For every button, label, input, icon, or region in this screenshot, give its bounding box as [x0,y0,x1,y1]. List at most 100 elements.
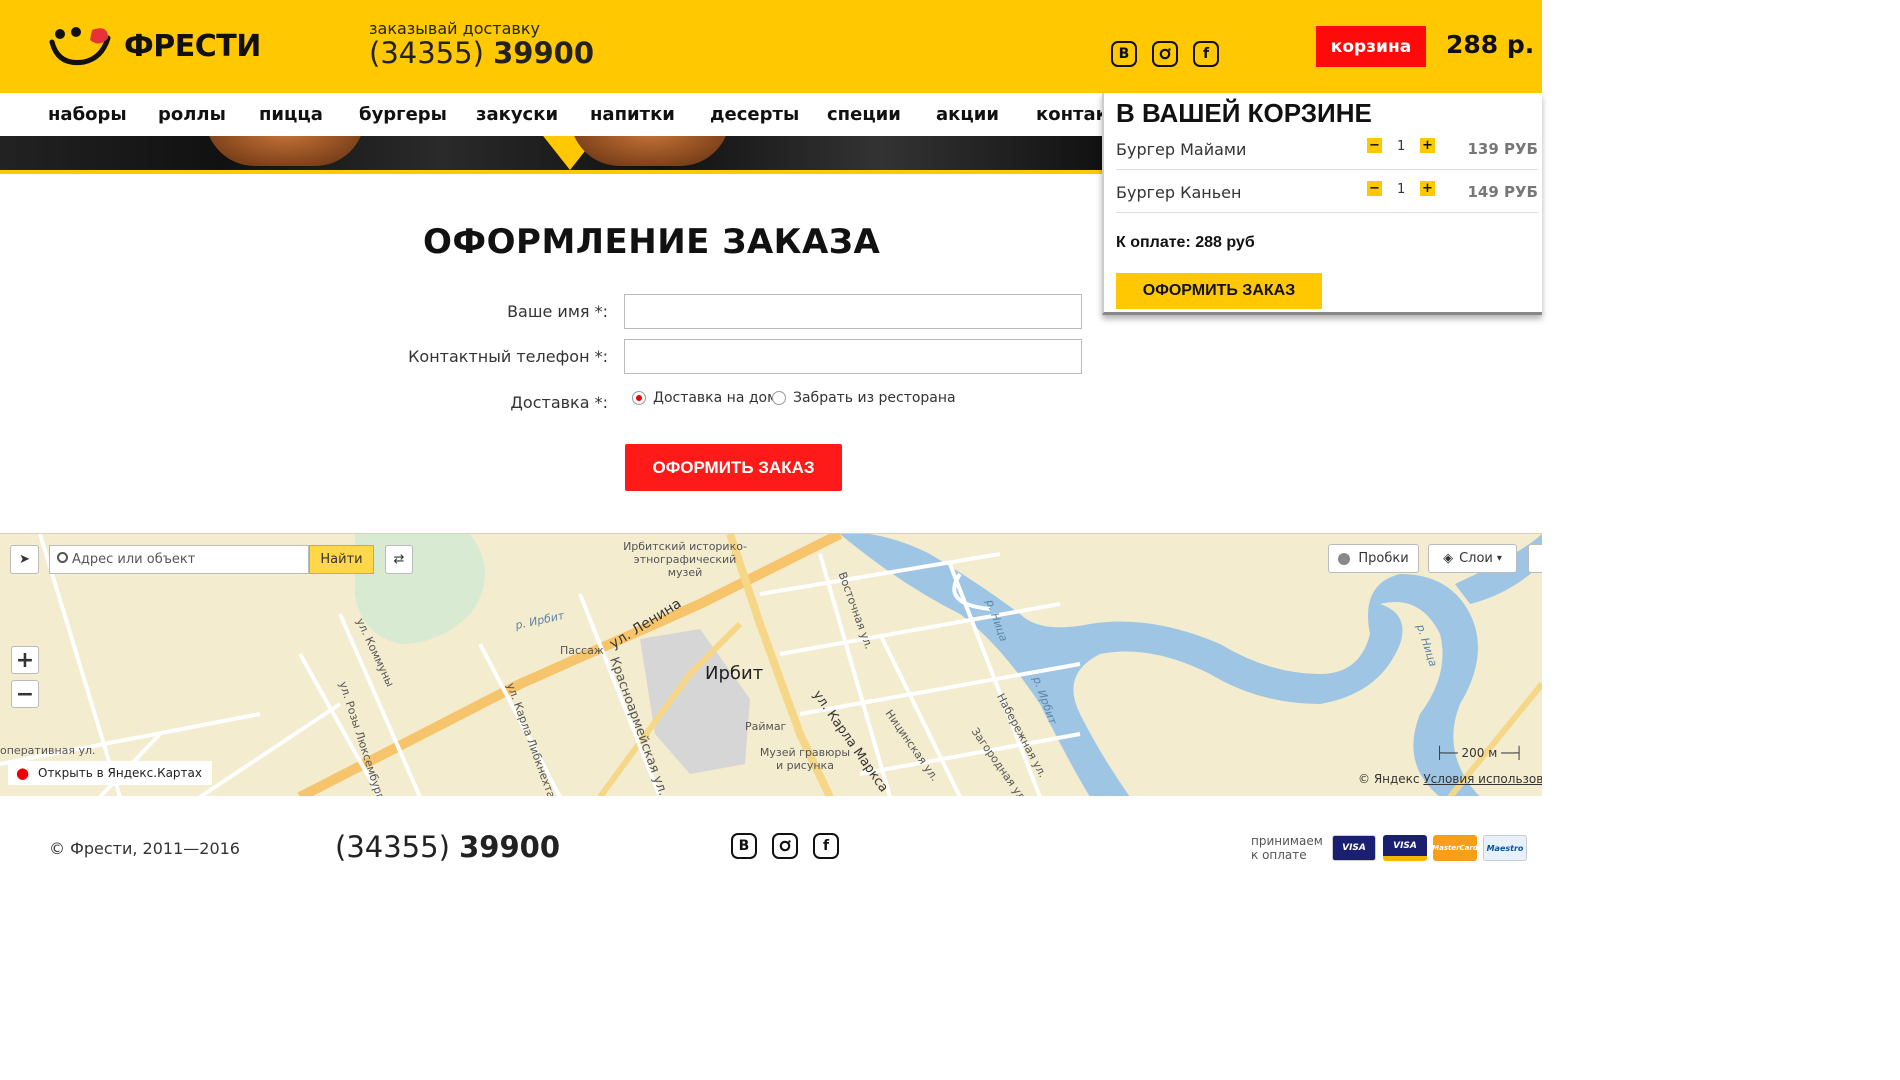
layers-icon: ◈ [1443,551,1454,566]
locate-me-icon[interactable]: ➤ [10,545,39,574]
facebook-icon[interactable]: f [1193,41,1219,67]
nav-item-drinks[interactable]: напитки [590,104,675,125]
instagram-icon[interactable] [772,833,798,859]
zoom-in-button[interactable]: + [11,646,39,674]
delivery-home-label: Доставка на дом [653,390,778,406]
radio-unchecked-icon [772,391,786,405]
cart-button[interactable]: корзина [1316,26,1426,67]
cart-sum: К оплате: 288 руб [1116,234,1255,251]
cart-item: Бургер Майами − 1 + 139 РУБ [1116,128,1538,170]
footer-phone-number: 39900 [459,830,561,864]
open-in-yandex-maps-link[interactable]: ● Открыть в Яндекс.Картах [8,761,212,785]
banner-divider [0,170,1102,174]
decrease-qty-button[interactable]: − [1367,181,1382,196]
nav-item-spices[interactable]: специи [827,104,901,125]
layers-button[interactable]: ◈ Слои ▾ [1428,544,1517,573]
increase-qty-button[interactable]: + [1420,138,1435,153]
visa-card-icon: VISA [1383,835,1427,861]
maestro-card-icon: Maestro [1483,835,1527,861]
nav-item-promo[interactable]: акции [936,104,999,125]
cart-item-qty: 1 [1397,182,1406,197]
increase-qty-button[interactable]: + [1420,181,1435,196]
promo-banner [0,136,1102,170]
chevron-down-icon: ▾ [1496,553,1502,564]
header-phone-block: заказывай доставку (34355) 39900 [369,19,594,70]
cart-checkout-button[interactable]: ОФОРМИТЬ ЗАКАЗ [1116,273,1322,309]
traffic-icon [1338,552,1351,565]
page-title: ОФОРМЛЕНИЕ ЗАКАЗА [423,222,881,262]
pickup-label: Забрать из ресторана [793,390,956,406]
fullscreen-icon[interactable] [1528,544,1542,573]
map-scale-label: 200 м [1461,746,1498,760]
nav-item-burgers[interactable]: бургеры [359,104,447,125]
map-find-button[interactable]: Найти [309,545,374,574]
radio-checked-icon [632,391,646,405]
decrease-qty-button[interactable]: − [1367,138,1382,153]
vk-icon[interactable]: В [1111,41,1137,67]
yandex-map[interactable]: ➤ Адрес или объект Найти ⇄ Пробки ◈ Слои… [0,533,1542,796]
pickup-radio[interactable]: Забрать из ресторана [772,390,956,406]
nav-item-snacks[interactable]: закуски [476,104,558,125]
cart-item-name: Бургер Майами [1116,140,1247,159]
phone-label: Контактный телефон *: [408,347,608,366]
mastercard-icon: MasterCard [1432,835,1478,861]
cart-item: Бургер Каньен − 1 + 149 РУБ [1116,171,1538,213]
footer-phone-code: (34355) [335,830,450,864]
route-icon[interactable]: ⇄ [385,545,413,574]
payment-caption-line-1: принимаем [1251,834,1323,848]
visa-electron-card-icon: VISA [1332,835,1376,861]
map-label-kooperativnaya: оперативная ул. [0,744,96,757]
footer-copyright: © Фрести, 2011—2016 [49,839,240,858]
phone-field[interactable] [624,339,1082,374]
open-in-yandex-maps-label: Открыть в Яндекс.Картах [38,766,202,780]
payment-caption: принимаем к оплате [1251,834,1323,862]
header-phone[interactable]: (34355) 39900 [369,36,594,70]
facebook-icon[interactable]: f [813,833,839,859]
name-field[interactable] [624,294,1082,329]
cart-item-price: 139 РУБ [1467,140,1538,158]
map-label-raymag: Раймаг [745,720,787,733]
map-label-engraving: Музей гравюры и рисунка [759,746,851,772]
instagram-icon[interactable] [1152,41,1178,67]
delivery-label: Доставка *: [510,393,608,412]
cart-title: В ВАШЕЙ КОРЗИНЕ [1116,98,1372,128]
burger-image [205,136,365,166]
nav-item-pizza[interactable]: пицца [259,104,323,125]
traffic-button[interactable]: Пробки [1328,544,1419,573]
footer-phone[interactable]: (34355) 39900 [335,830,560,864]
phone-code: (34355) [369,36,484,70]
smiley-logo-icon [49,27,111,66]
nav-item-sets[interactable]: наборы [48,104,127,125]
terms-link[interactable]: Условия использования [1423,772,1542,786]
map-city-label: Ирбит [705,663,764,684]
map-label-passage: Пассаж [560,644,604,657]
cart-total: 288 р. [1446,30,1535,59]
cart-item-name: Бургер Каньен [1116,183,1242,202]
yandex-copyright: © Яндекс [1358,772,1420,786]
layers-label: Слои [1459,551,1493,566]
delivery-home-radio[interactable]: Доставка на дом [632,390,778,406]
logo[interactable]: ФРЕСТИ [48,24,261,68]
site-header: ФРЕСТИ заказывай доставку (34355) 39900 … [0,0,1542,93]
map-scale: ├── 200 м ──┤ [1436,746,1523,760]
map-label-museum: Ирбитский историко-этнографический музей [623,540,747,579]
cart-item-price: 149 РУБ [1467,183,1538,201]
search-icon [57,552,68,563]
logo-text: ФРЕСТИ [124,28,261,64]
nav-item-desserts[interactable]: десерты [710,104,799,125]
traffic-label: Пробки [1358,551,1409,566]
cart-dropdown: В ВАШЕЙ КОРЗИНЕ Бургер Майами − 1 + 139 … [1102,93,1542,315]
cart-item-qty: 1 [1397,139,1406,154]
phone-number: 39900 [493,36,595,70]
map-copyright: © Яндекс Условия использования [1358,772,1542,786]
map-pin-icon: ● [16,764,30,782]
map-search-input[interactable]: Адрес или объект [49,545,309,574]
zoom-out-button[interactable]: − [11,680,39,708]
nav-item-rolls[interactable]: роллы [158,104,226,125]
payment-caption-line-2: к оплате [1251,848,1307,862]
submit-order-button[interactable]: ОФОРМИТЬ ЗАКАЗ [625,444,842,491]
header-social: В f [1111,41,1219,67]
footer-social: В f [731,833,839,859]
vk-icon[interactable]: В [731,833,757,859]
name-label: Ваше имя *: [507,302,608,321]
